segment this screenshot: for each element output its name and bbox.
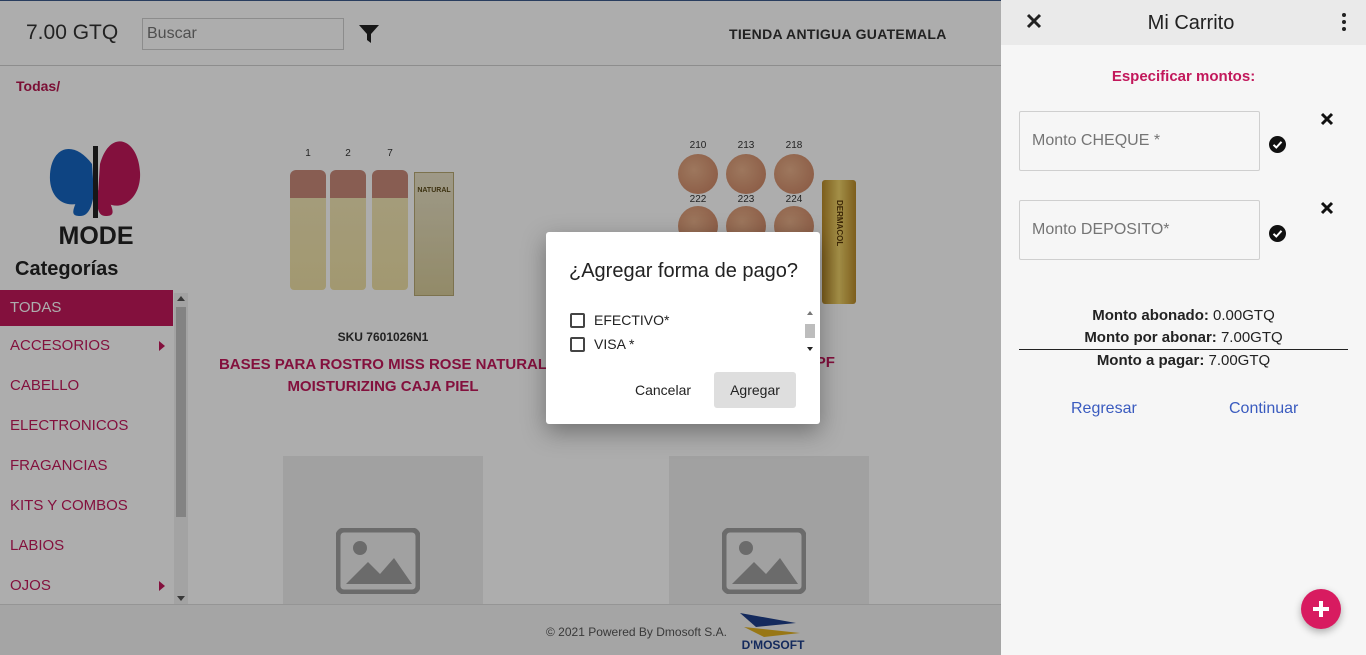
modal-backdrop[interactable] bbox=[0, 0, 1001, 655]
cart-header: Mi Carrito bbox=[1001, 0, 1366, 45]
scroll-up-icon[interactable] bbox=[807, 311, 813, 315]
continue-button[interactable]: Continuar bbox=[1229, 400, 1298, 418]
summary-value: 7.00GTQ bbox=[1208, 352, 1271, 369]
payment-option-visa[interactable]: VISA * bbox=[570, 334, 634, 354]
summary-remaining: Monto por abonar: 7.00GTQ bbox=[1001, 329, 1366, 346]
payment-option-efectivo[interactable]: EFECTIVO* bbox=[570, 310, 669, 330]
amount-cheque-field[interactable] bbox=[1019, 111, 1260, 171]
check-circle-icon[interactable] bbox=[1269, 225, 1286, 242]
summary-paid: Monto abonado: 0.00GTQ bbox=[1001, 307, 1366, 324]
checkbox[interactable] bbox=[570, 336, 585, 352]
remove-icon[interactable] bbox=[1320, 201, 1334, 215]
checkbox[interactable] bbox=[570, 312, 585, 328]
payment-method-dialog: ¿Agregar forma de pago? EFECTIVO* VISA *… bbox=[546, 232, 820, 424]
summary-total: Monto a pagar: 7.00GTQ bbox=[1001, 352, 1366, 369]
summary-label: Monto abonado: bbox=[1092, 307, 1209, 324]
option-label: EFECTIVO* bbox=[594, 312, 670, 328]
summary-label: Monto a pagar: bbox=[1096, 352, 1205, 369]
back-button[interactable]: Regresar bbox=[1071, 400, 1137, 418]
summary-divider bbox=[1019, 349, 1348, 350]
check-circle-icon[interactable] bbox=[1269, 136, 1286, 153]
cart-drawer: Mi Carrito Especificar montos: Monto abo… bbox=[1001, 0, 1366, 655]
summary-label: Monto por abonar: bbox=[1084, 329, 1217, 346]
option-label: VISA * bbox=[594, 336, 635, 352]
cart-title: Mi Carrito bbox=[1147, 12, 1235, 34]
options-scrollbar[interactable] bbox=[804, 308, 816, 354]
add-button[interactable]: Agregar bbox=[714, 372, 796, 408]
remove-icon[interactable] bbox=[1320, 112, 1334, 126]
amount-deposito-field[interactable] bbox=[1019, 200, 1260, 260]
summary-value: 7.00GTQ bbox=[1220, 329, 1283, 346]
scroll-thumb[interactable] bbox=[805, 324, 815, 338]
more-vert-icon[interactable] bbox=[1341, 13, 1347, 33]
scroll-down-icon[interactable] bbox=[807, 347, 813, 351]
specify-amounts-label: Especificar montos: bbox=[1111, 68, 1256, 85]
summary-value: 0.00GTQ bbox=[1213, 307, 1275, 324]
cancel-button[interactable]: Cancelar bbox=[622, 372, 704, 408]
dialog-title: ¿Agregar forma de pago? bbox=[569, 260, 799, 282]
add-icon[interactable] bbox=[1301, 589, 1341, 629]
